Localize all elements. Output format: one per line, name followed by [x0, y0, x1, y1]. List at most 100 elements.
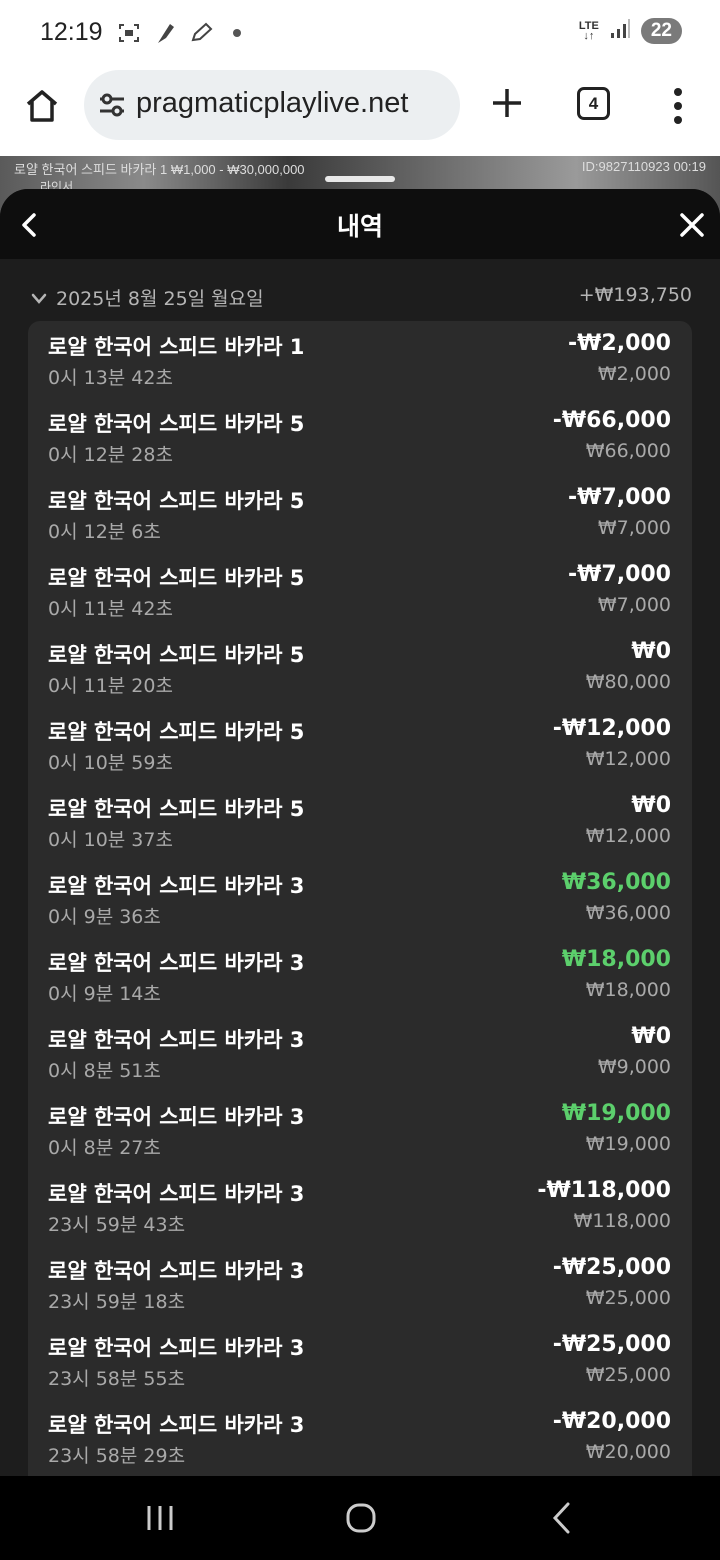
home-button[interactable] [22, 86, 62, 126]
history-item-amount: ₩0 [631, 793, 671, 818]
sheet-header: 내역 [0, 189, 720, 259]
history-item-stake: ₩9,000 [597, 1056, 671, 1078]
history-item-name: 로얄 한국어 스피드 바카라 3 [48, 1259, 305, 1283]
history-item-time: 0시 13분 42초 [48, 367, 173, 389]
history-item-amount: -₩25,000 [552, 1332, 671, 1357]
history-item-time: 0시 12분 6초 [48, 521, 161, 543]
history-item-amount: ₩18,000 [561, 947, 671, 972]
game-table-info: 로얄 한국어 스피드 바카라 1 ₩1,000 - ₩30,000,000 [14, 162, 305, 177]
close-button[interactable] [678, 211, 706, 239]
history-item-stake: ₩36,000 [585, 902, 671, 924]
history-item-name: 로얄 한국어 스피드 바카라 3 [48, 1413, 305, 1437]
day-total: +₩193,750 [578, 284, 692, 306]
history-item-amount: -₩2,000 [568, 331, 671, 356]
history-item[interactable]: 로얄 한국어 스피드 바카라 1 0시 13분 42초 -₩2,000 ₩2,000 [28, 321, 692, 398]
history-item[interactable]: 로얄 한국어 스피드 바카라 3 0시 9분 14초 ₩18,000 ₩18,000 [28, 937, 692, 1014]
history-item-amount: -₩66,000 [552, 408, 671, 433]
battery-indicator: 22 [640, 18, 682, 44]
status-bar: 12:19 LTE ↓↑ 22 [0, 0, 720, 66]
history-item-amount: -₩7,000 [568, 485, 671, 510]
history-item-amount: ₩0 [631, 1024, 671, 1049]
history-item-time: 0시 8분 51초 [48, 1060, 161, 1082]
recents-button[interactable] [145, 1503, 175, 1533]
history-item-stake: ₩2,000 [597, 363, 671, 385]
history-item-name: 로얄 한국어 스피드 바카라 5 [48, 797, 305, 821]
drag-handle[interactable] [325, 176, 395, 182]
history-item-amount: ₩19,000 [561, 1101, 671, 1126]
dot-icon [224, 20, 250, 46]
history-item-stake: ₩25,000 [585, 1364, 671, 1386]
new-tab-button[interactable] [488, 84, 526, 122]
tab-switcher-button[interactable]: 4 [577, 87, 610, 120]
history-item-name: 로얄 한국어 스피드 바카라 1 [48, 335, 305, 359]
edit-icon [188, 20, 214, 46]
history-item-time: 0시 11분 20초 [48, 675, 173, 697]
history-item-stake: ₩118,000 [573, 1210, 671, 1232]
history-item-name: 로얄 한국어 스피드 바카라 3 [48, 1336, 305, 1360]
history-item-name: 로얄 한국어 스피드 바카라 3 [48, 1105, 305, 1129]
history-item-time: 23시 58분 29초 [48, 1445, 186, 1467]
history-item-time: 0시 9분 14초 [48, 983, 161, 1005]
history-item-time: 0시 9분 36초 [48, 906, 161, 928]
history-item-time: 0시 10분 59초 [48, 752, 173, 774]
day-group-header[interactable]: 2025년 8월 25일 월요일 +₩193,750 [28, 284, 692, 314]
history-item[interactable]: 로얄 한국어 스피드 바카라 5 0시 11분 42초 -₩7,000 ₩7,000 [28, 552, 692, 629]
history-item[interactable]: 로얄 한국어 스피드 바카라 5 0시 12분 6초 -₩7,000 ₩7,000 [28, 475, 692, 552]
history-item-stake: ₩7,000 [597, 517, 671, 539]
history-item[interactable]: 로얄 한국어 스피드 바카라 3 0시 8분 27초 ₩19,000 ₩19,000 [28, 1091, 692, 1168]
signal-icon [609, 18, 631, 44]
history-item-name: 로얄 한국어 스피드 바카라 5 [48, 489, 305, 513]
status-time: 12:19 [40, 18, 103, 46]
history-item-time: 23시 58분 55초 [48, 1368, 186, 1390]
lte-icon: LTE ↓↑ [578, 20, 599, 42]
more-vert-icon [674, 88, 682, 124]
address-bar[interactable]: pragmaticplaylive.net [84, 70, 460, 140]
history-item-stake: ₩20,000 [585, 1441, 671, 1463]
system-home-button[interactable] [345, 1502, 377, 1534]
history-item-stake: ₩25,000 [585, 1287, 671, 1309]
history-item[interactable]: 로얄 한국어 스피드 바카라 3 23시 58분 29초 -₩20,000 ₩20,0… [28, 1399, 692, 1476]
history-list: 로얄 한국어 스피드 바카라 1 0시 13분 42초 -₩2,000 ₩2,000 로… [28, 321, 692, 1476]
history-item-stake: ₩12,000 [585, 825, 671, 847]
history-item-time: 0시 10분 37초 [48, 829, 173, 851]
history-item[interactable]: 로얄 한국어 스피드 바카라 5 0시 10분 59초 -₩12,000 ₩12,00… [28, 706, 692, 783]
history-item[interactable]: 로얄 한국어 스피드 바카라 3 0시 9분 36초 ₩36,000 ₩36,000 [28, 860, 692, 937]
system-nav-bar [0, 1476, 720, 1560]
recents-icon [147, 1506, 173, 1530]
history-item-amount: -₩7,000 [568, 562, 671, 587]
history-item-stake: ₩18,000 [585, 979, 671, 1001]
chevron-down-icon [31, 293, 47, 304]
history-item[interactable]: 로얄 한국어 스피드 바카라 5 0시 10분 37초 ₩0 ₩12,000 [28, 783, 692, 860]
plus-icon [493, 89, 521, 117]
history-item-time: 0시 12분 28초 [48, 444, 173, 466]
history-item[interactable]: 로얄 한국어 스피드 바카라 3 0시 8분 51초 ₩0 ₩9,000 [28, 1014, 692, 1091]
history-item-name: 로얄 한국어 스피드 바카라 3 [48, 951, 305, 975]
history-item[interactable]: 로얄 한국어 스피드 바카라 5 0시 11분 20초 ₩0 ₩80,000 [28, 629, 692, 706]
history-item-amount: ₩36,000 [561, 870, 671, 895]
screenshot-icon [116, 20, 142, 46]
history-item-time: 0시 8분 27초 [48, 1137, 161, 1159]
history-item[interactable]: 로얄 한국어 스피드 바카라 3 23시 58분 55초 -₩25,000 ₩25,0… [28, 1322, 692, 1399]
history-item[interactable]: 로얄 한국어 스피드 바카라 3 23시 59분 43초 -₩118,000 ₩118… [28, 1168, 692, 1245]
day-label: 2025년 8월 25일 월요일 [56, 288, 264, 310]
history-item-stake: ₩12,000 [585, 748, 671, 770]
history-item[interactable]: 로얄 한국어 스피드 바카라 5 0시 12분 28초 -₩66,000 ₩66,00… [28, 398, 692, 475]
sheet-title: 내역 [336, 212, 383, 241]
history-item-stake: ₩19,000 [585, 1133, 671, 1155]
history-sheet: 내역 2025년 8월 25일 월요일 +₩193,750 로얄 한국어 스피드… [0, 189, 720, 1476]
history-item-stake: ₩80,000 [585, 671, 671, 693]
browser-toolbar: pragmaticplaylive.net 4 [0, 66, 720, 156]
notification-icons [116, 20, 250, 46]
status-right: LTE ↓↑ 22 [579, 18, 682, 44]
history-item[interactable]: 로얄 한국어 스피드 바카라 3 23시 59분 18초 -₩25,000 ₩25,0… [28, 1245, 692, 1322]
history-item-name: 로얄 한국어 스피드 바카라 3 [48, 1182, 305, 1206]
site-settings-icon[interactable] [98, 92, 126, 118]
url-text[interactable]: pragmaticplaylive.net [136, 87, 408, 120]
pen-icon [152, 20, 178, 46]
overflow-menu-button[interactable] [668, 86, 688, 126]
system-back-button[interactable] [550, 1500, 574, 1536]
history-item-time: 23시 59분 18초 [48, 1291, 186, 1313]
history-item-name: 로얄 한국어 스피드 바카라 5 [48, 566, 305, 590]
history-item-amount: -₩118,000 [537, 1178, 671, 1203]
history-item-name: 로얄 한국어 스피드 바카라 3 [48, 874, 305, 898]
